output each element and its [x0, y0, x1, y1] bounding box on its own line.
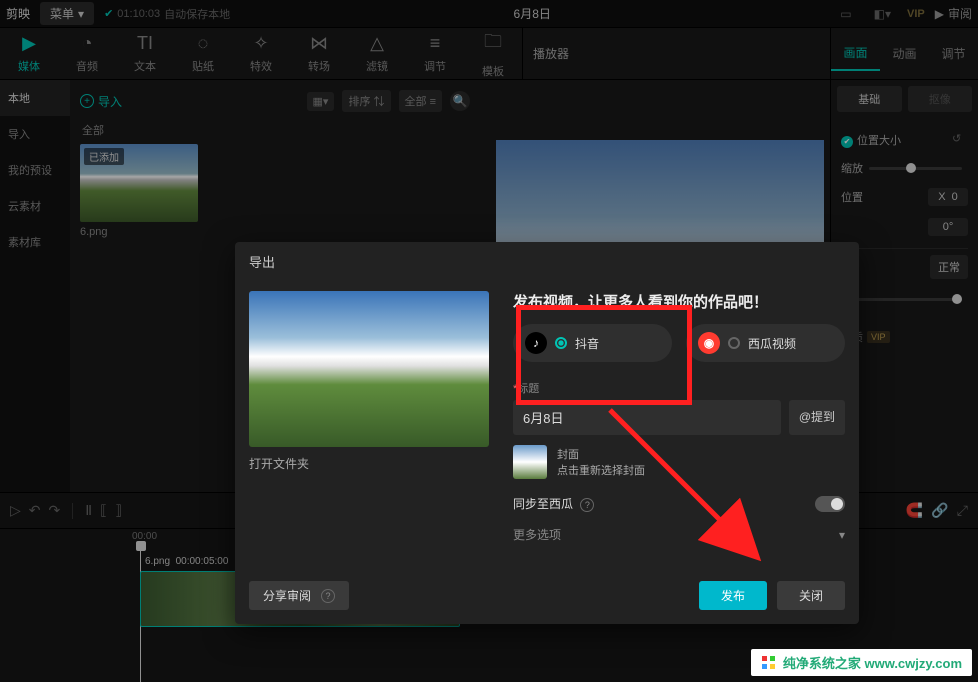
export-preview — [249, 291, 489, 447]
modal-right: 发布视频，让更多人看到你的作品吧！ ♪ 抖音 ◉ 西瓜视频 *标题 6月8日 @… — [513, 291, 845, 551]
publish-headline: 发布视频，让更多人看到你的作品吧！ — [513, 291, 845, 324]
close-button[interactable]: 关闭 — [777, 581, 845, 610]
help-icon[interactable]: ? — [580, 498, 594, 512]
title-row: 6月8日 @提到 — [513, 400, 845, 435]
platform-row: ♪ 抖音 ◉ 西瓜视频 — [513, 324, 845, 362]
share-label: 分享审阅 — [263, 587, 311, 604]
modal-footer: 分享审阅 ? 发布 关闭 — [249, 581, 845, 610]
cover-row[interactable]: 封面 点击重新选择封面 — [513, 435, 845, 489]
watermark: 纯净系统之家 www.cwjzy.com — [751, 649, 972, 676]
sync-toggle[interactable] — [815, 496, 845, 512]
douyin-label: 抖音 — [575, 335, 599, 352]
modal-body: 打开文件夹 发布视频，让更多人看到你的作品吧！ ♪ 抖音 ◉ 西瓜视频 *标题 … — [235, 281, 859, 551]
cover-thumb — [513, 445, 547, 479]
platform-douyin[interactable]: ♪ 抖音 — [513, 324, 672, 362]
more-options[interactable]: 更多选项 ▾ — [513, 518, 845, 551]
xigua-label: 西瓜视频 — [748, 335, 796, 352]
at-mention-button[interactable]: @提到 — [789, 400, 845, 435]
help-icon[interactable]: ? — [321, 589, 335, 603]
cover-label: 封面 — [557, 446, 645, 462]
modal-left: 打开文件夹 — [249, 291, 489, 551]
radio-off-icon — [728, 337, 740, 349]
watermark-text: 纯净系统之家 www.cwjzy.com — [783, 653, 962, 672]
platform-xigua[interactable]: ◉ 西瓜视频 — [686, 324, 845, 362]
cover-text: 封面 点击重新选择封面 — [557, 446, 645, 478]
cover-hint: 点击重新选择封面 — [557, 462, 645, 478]
radio-on-icon — [555, 337, 567, 349]
modal-title: 导出 — [235, 242, 859, 281]
watermark-logo-icon — [761, 655, 777, 671]
open-folder-link[interactable]: 打开文件夹 — [249, 447, 489, 472]
douyin-icon: ♪ — [525, 332, 547, 354]
chevron-down-icon: ▾ — [839, 528, 845, 542]
export-modal: 导出 打开文件夹 发布视频，让更多人看到你的作品吧！ ♪ 抖音 ◉ 西瓜视频 *… — [235, 242, 859, 624]
xigua-icon: ◉ — [698, 332, 720, 354]
share-review-button[interactable]: 分享审阅 ? — [249, 581, 349, 610]
title-field-label: *标题 — [513, 376, 845, 400]
sync-row: 同步至西瓜 ? — [513, 489, 845, 518]
more-label: 更多选项 — [513, 526, 561, 543]
publish-button[interactable]: 发布 — [699, 581, 767, 610]
sync-label: 同步至西瓜 — [513, 497, 573, 511]
title-input[interactable]: 6月8日 — [513, 400, 781, 435]
